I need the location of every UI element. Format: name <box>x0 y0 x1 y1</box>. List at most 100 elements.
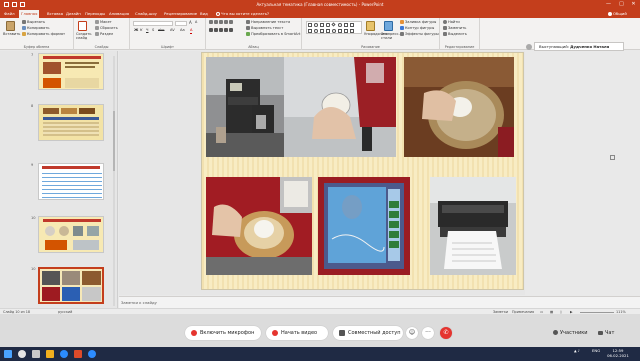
select-button[interactable]: Выделить <box>443 32 467 37</box>
tell-me-search[interactable]: Что вы хотите сделать? <box>214 10 271 18</box>
bold-button[interactable]: Ж <box>134 28 138 33</box>
arrow-shape-icon[interactable] <box>350 23 354 27</box>
zoom-level[interactable]: 111% <box>616 310 626 314</box>
start-video-button[interactable]: Начать видео <box>266 326 328 340</box>
slide-thumbnail-11-selected[interactable] <box>38 267 104 304</box>
language-indicator[interactable]: русский <box>58 310 72 314</box>
replace-button[interactable]: Заменить <box>443 26 466 31</box>
chat-button[interactable]: Чат <box>598 326 614 340</box>
shape-fill-button[interactable]: Заливка фигуры <box>400 20 436 25</box>
slide-thumbnail-9[interactable] <box>38 163 104 200</box>
star-shape-icon[interactable] <box>326 29 330 33</box>
grow-font-button[interactable]: A <box>189 20 192 25</box>
more-options-button[interactable]: ··· <box>422 327 434 339</box>
zoom-icon[interactable] <box>88 350 96 358</box>
tab-file[interactable]: Файл <box>2 10 17 18</box>
line-shape-icon[interactable] <box>308 29 312 33</box>
circle-shape-icon[interactable] <box>338 23 342 27</box>
sorter-view-icon[interactable]: ▦ <box>550 310 553 314</box>
unmute-microphone-button[interactable]: Включить микрофон <box>185 326 261 340</box>
expand-panel-icon[interactable] <box>526 44 532 50</box>
more-shapes-icon[interactable] <box>350 29 354 33</box>
input-language[interactable]: ENG <box>592 348 600 354</box>
new-slide-button[interactable]: Создать слайд <box>76 32 92 40</box>
end-call-button[interactable]: ✆ <box>440 327 452 339</box>
reactions-button[interactable]: ☺ <box>406 327 418 339</box>
slide-thumbnail-7[interactable] <box>38 53 104 90</box>
current-slide[interactable] <box>201 52 524 290</box>
list-buttons[interactable] <box>209 20 234 25</box>
change-case-button[interactable]: Aa <box>180 28 185 33</box>
callout-shape-icon[interactable] <box>344 29 348 33</box>
clock[interactable]: 12:59 06.02.2021 <box>605 348 631 358</box>
ellipse-shape-icon[interactable] <box>314 29 318 33</box>
tab-transitions[interactable]: Переходы <box>83 10 107 18</box>
diamond-shape-icon[interactable] <box>331 22 336 27</box>
new-slide-icon[interactable] <box>78 21 87 31</box>
powerpoint-icon[interactable] <box>74 350 82 358</box>
triangle-shape-icon[interactable] <box>320 29 324 33</box>
browser-icon[interactable] <box>60 350 68 358</box>
close-window-button[interactable]: ✕ <box>629 1 638 8</box>
tray-icons[interactable]: ▲ ♪ <box>574 349 580 354</box>
thumbnail-scrollbar[interactable] <box>113 56 115 306</box>
scrollbar-thumb[interactable] <box>113 111 115 171</box>
spacing-button[interactable]: AV <box>170 28 175 33</box>
tab-insert[interactable]: Вставка <box>45 10 65 18</box>
section-button[interactable]: Раздел <box>95 32 113 37</box>
shrink-font-button[interactable]: A <box>195 20 197 25</box>
zoom-slider[interactable] <box>580 311 614 313</box>
copy-button[interactable]: Копировать <box>22 26 49 31</box>
align-buttons[interactable] <box>209 28 234 33</box>
font-color-button[interactable]: A <box>190 28 193 34</box>
layout-button[interactable]: Макет <box>95 20 112 25</box>
quick-styles-button[interactable]: Экспресс-стили <box>381 32 400 40</box>
quick-styles-icon[interactable] <box>384 21 393 31</box>
fit-slide-icon[interactable] <box>610 155 615 160</box>
font-name-select[interactable] <box>133 21 173 26</box>
reading-view-icon[interactable]: ▯ <box>560 310 562 314</box>
square-shape-icon[interactable] <box>344 23 348 27</box>
search-icon[interactable] <box>18 350 26 358</box>
task-view-icon[interactable] <box>32 350 40 358</box>
tab-slideshow[interactable]: Слайд-шоу <box>133 10 159 18</box>
text-direction-button[interactable]: Направление текста <box>246 20 290 25</box>
slide-thumbnail-10[interactable] <box>38 216 104 253</box>
smartart-button[interactable]: Преобразовать в SmartArt <box>246 32 300 37</box>
slide-thumbnail-8[interactable] <box>38 104 104 141</box>
tab-view[interactable]: Вид <box>198 10 210 18</box>
underline-button[interactable]: Ч <box>146 28 148 33</box>
arrange-icon[interactable] <box>366 21 375 31</box>
paste-icon[interactable] <box>6 21 15 31</box>
comments-toggle[interactable]: Примечания <box>512 310 534 314</box>
slideshow-view-icon[interactable]: ▶ <box>570 310 573 314</box>
tab-design[interactable]: Дизайн <box>64 10 83 18</box>
find-button[interactable]: Найти <box>443 20 460 25</box>
rectangle-shape-icon[interactable] <box>320 23 324 27</box>
smiley-shape-icon[interactable] <box>332 29 336 33</box>
share-button[interactable]: Общий доступ <box>608 10 640 23</box>
strikethrough-button[interactable]: abc <box>158 28 164 33</box>
tab-home[interactable]: Главная <box>19 10 40 18</box>
normal-view-icon[interactable]: ▭ <box>540 310 543 314</box>
font-size-select[interactable] <box>175 21 187 26</box>
italic-button[interactable]: К <box>140 28 143 33</box>
notes-pane[interactable]: Заметки к слайду <box>119 296 640 308</box>
minimize-button[interactable]: — <box>604 1 613 8</box>
textbox-shape-icon[interactable] <box>308 23 312 27</box>
format-painter-button[interactable]: Копировать формат <box>22 32 65 37</box>
shapes-gallery[interactable] <box>306 21 362 34</box>
tab-review[interactable]: Рецензирование <box>162 10 199 18</box>
oval-shape-icon[interactable] <box>314 23 318 27</box>
shape-effects-button[interactable]: Эффекты фигуры <box>400 32 439 37</box>
align-text-button[interactable]: Выровнять текст <box>246 26 283 31</box>
rounded-rect-shape-icon[interactable] <box>326 23 330 27</box>
shape-outline-button[interactable]: Контур фигуры <box>400 26 434 31</box>
paste-button[interactable]: Вставить <box>3 32 20 37</box>
notes-toggle[interactable]: Заметки <box>493 310 508 314</box>
brace-shape-icon[interactable] <box>338 29 342 33</box>
maximize-button[interactable]: □ <box>617 1 626 8</box>
tab-animations[interactable]: Анимация <box>107 10 131 18</box>
explorer-icon[interactable] <box>46 350 54 358</box>
screen-share-button[interactable]: Совместный доступ <box>333 326 403 340</box>
